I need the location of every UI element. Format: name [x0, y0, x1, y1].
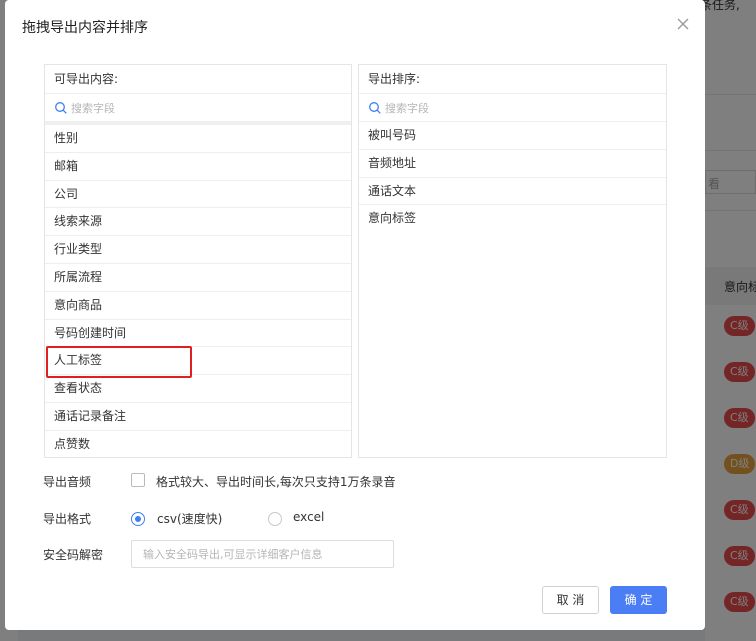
search-icon — [369, 102, 381, 114]
field-item[interactable]: 邮箱 — [45, 153, 351, 181]
order-item[interactable]: 通话文本 — [359, 178, 666, 206]
csv-radio[interactable] — [131, 512, 145, 526]
export-audio-hint: 格式较大、导出时间长,每次只支持1万条录音 — [156, 475, 396, 489]
confirm-button[interactable]: 确 定 — [610, 586, 667, 614]
field-item[interactable]: 号码创建时间 — [45, 320, 351, 348]
field-item[interactable]: 意向商品 — [45, 292, 351, 320]
excel-radio-label[interactable]: excel — [293, 510, 324, 524]
order-item[interactable]: 意向标签 — [359, 205, 666, 233]
cancel-button[interactable]: 取 消 — [542, 586, 599, 614]
export-order-panel: 导出排序: 被叫号码 音频地址 通话文本 意向标签 — [358, 64, 667, 458]
field-item[interactable]: 线索来源 — [45, 208, 351, 237]
csv-radio-label[interactable]: csv(速度快) — [157, 510, 222, 527]
export-order-header: 导出排序: — [368, 72, 421, 86]
exportable-fields-panel: 可导出内容: 性别 邮箱 公司 线索来源 行业类型 所属流程 意向商品 号码创建… — [44, 64, 352, 458]
close-icon — [677, 18, 689, 30]
export-format-label: 导出格式 — [43, 512, 92, 526]
field-item[interactable]: 通话记录备注 — [45, 403, 351, 431]
exportable-fields-list: 性别 邮箱 公司 线索来源 行业类型 所属流程 意向商品 号码创建时间 人工标签… — [45, 122, 351, 459]
security-code-input[interactable] — [131, 540, 394, 568]
search-icon — [55, 102, 67, 114]
export-audio-checkbox[interactable] — [131, 473, 145, 487]
right-search — [359, 93, 666, 122]
export-order-list: 被叫号码 音频地址 通话文本 意向标签 — [359, 122, 666, 233]
field-item[interactable]: 行业类型 — [45, 236, 351, 264]
order-item[interactable]: 被叫号码 — [359, 122, 666, 150]
field-item-highlighted[interactable]: 人工标签 — [45, 347, 351, 376]
field-item[interactable]: 性别 — [45, 125, 351, 153]
field-item[interactable]: 点赞数 — [45, 431, 351, 459]
security-code-label: 安全码解密 — [43, 548, 104, 562]
right-search-input[interactable] — [385, 99, 625, 117]
field-item[interactable]: 查看状态 — [45, 375, 351, 403]
dialog-title: 拖拽导出内容并排序 — [22, 20, 148, 36]
close-button[interactable] — [673, 14, 693, 34]
order-item[interactable]: 音频地址 — [359, 150, 666, 178]
field-item[interactable]: 公司 — [45, 181, 351, 209]
left-search-input[interactable] — [71, 99, 311, 117]
left-search — [45, 93, 351, 122]
excel-radio[interactable] — [268, 512, 282, 526]
export-dialog: 拖拽导出内容并排序 可导出内容: 性别 邮箱 公司 线索来源 行业类型 所属流程… — [5, 0, 705, 630]
export-audio-label: 导出音频 — [43, 475, 92, 489]
field-item[interactable]: 所属流程 — [45, 264, 351, 292]
exportable-fields-header: 可导出内容: — [54, 72, 119, 86]
